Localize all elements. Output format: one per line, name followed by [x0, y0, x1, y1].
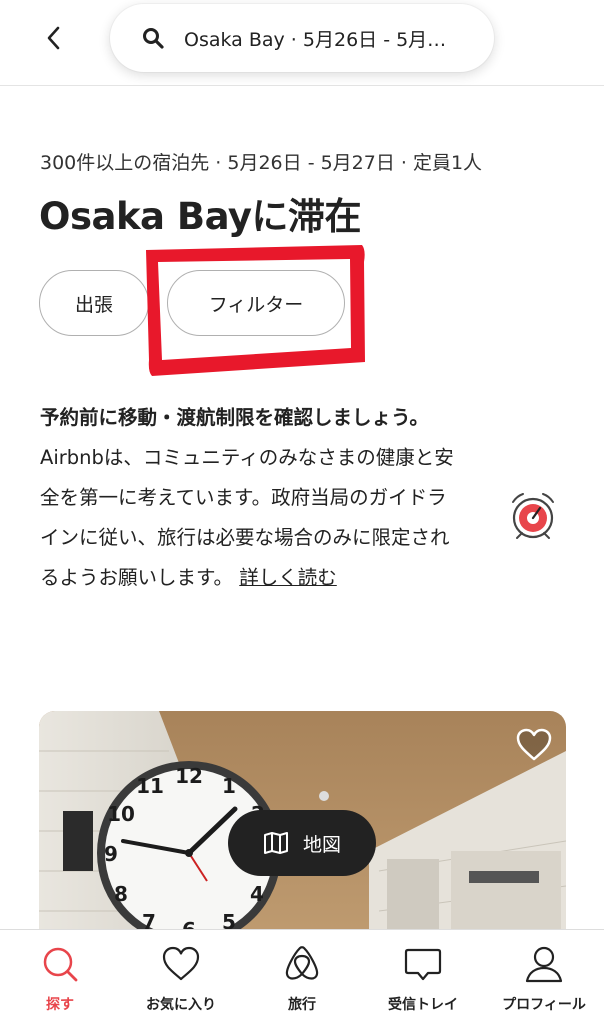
save-to-wishlist-button[interactable] — [514, 725, 554, 765]
search-bar[interactable]: Osaka Bay · 5月26日 - 5月… — [110, 4, 494, 72]
tab-explore-label: 探す — [46, 997, 74, 1013]
map-button-label: 地図 — [302, 833, 341, 856]
search-icon — [43, 947, 78, 982]
tab-wishlists-label: お気に入り — [146, 997, 216, 1013]
alarm-icon — [512, 493, 554, 539]
notice-heading: 予約前に移動・渡航制限を確認しましょう。 — [40, 406, 429, 429]
page-title: Osaka Bayに滞在 — [39, 195, 362, 238]
message-icon — [404, 948, 442, 981]
filter-chip[interactable]: フィルター — [167, 270, 345, 336]
chevron-left-icon — [47, 26, 60, 50]
tab-inbox-label: 受信トレイ — [388, 997, 458, 1013]
results-subtitle: 300件以上の宿泊先 · 5月26日 - 5月27日 · 定員1人 — [40, 152, 483, 174]
read-more-link[interactable]: 詳しく読む — [239, 566, 337, 589]
svg-text:12: 12 — [175, 764, 203, 788]
heart-icon — [162, 946, 200, 981]
map-icon — [263, 832, 288, 854]
search-icon — [143, 28, 164, 49]
top-bar: Osaka Bay · 5月26日 - 5月… — [0, 0, 604, 86]
svg-text:1: 1 — [222, 774, 236, 798]
svg-text:10: 10 — [107, 802, 135, 826]
bottom-tab-bar: 探す お気に入り 旅行 受信トレイ プロフィール — [0, 929, 604, 1024]
tab-trips-label: 旅行 — [288, 997, 316, 1013]
svg-text:9: 9 — [104, 842, 118, 866]
svg-text:8: 8 — [114, 882, 128, 906]
tab-wishlists[interactable]: お気に入り — [121, 930, 241, 1024]
profile-icon — [525, 946, 563, 983]
search-summary: Osaka Bay · 5月26日 - 5月… — [184, 28, 447, 51]
travel-notice: 予約前に移動・渡航制限を確認しましょう。 Airbnbは、コミュニティのみなさま… — [40, 398, 458, 598]
svg-text:11: 11 — [136, 774, 164, 798]
svg-text:4: 4 — [250, 882, 264, 906]
tab-explore[interactable]: 探す — [0, 930, 120, 1024]
filter-label: フィルター — [208, 293, 304, 316]
business-trip-chip[interactable]: 出張 — [39, 270, 149, 336]
back-button[interactable] — [36, 20, 72, 56]
airbnb-logo-icon — [285, 946, 319, 980]
tab-profile-label: プロフィール — [502, 997, 586, 1013]
tab-inbox[interactable]: 受信トレイ — [363, 930, 483, 1024]
tab-profile[interactable]: プロフィール — [484, 930, 604, 1024]
map-button[interactable]: 地図 — [228, 810, 376, 876]
heart-outline-icon — [516, 728, 552, 761]
tab-trips[interactable]: 旅行 — [242, 930, 362, 1024]
business-trip-label: 出張 — [74, 293, 113, 316]
